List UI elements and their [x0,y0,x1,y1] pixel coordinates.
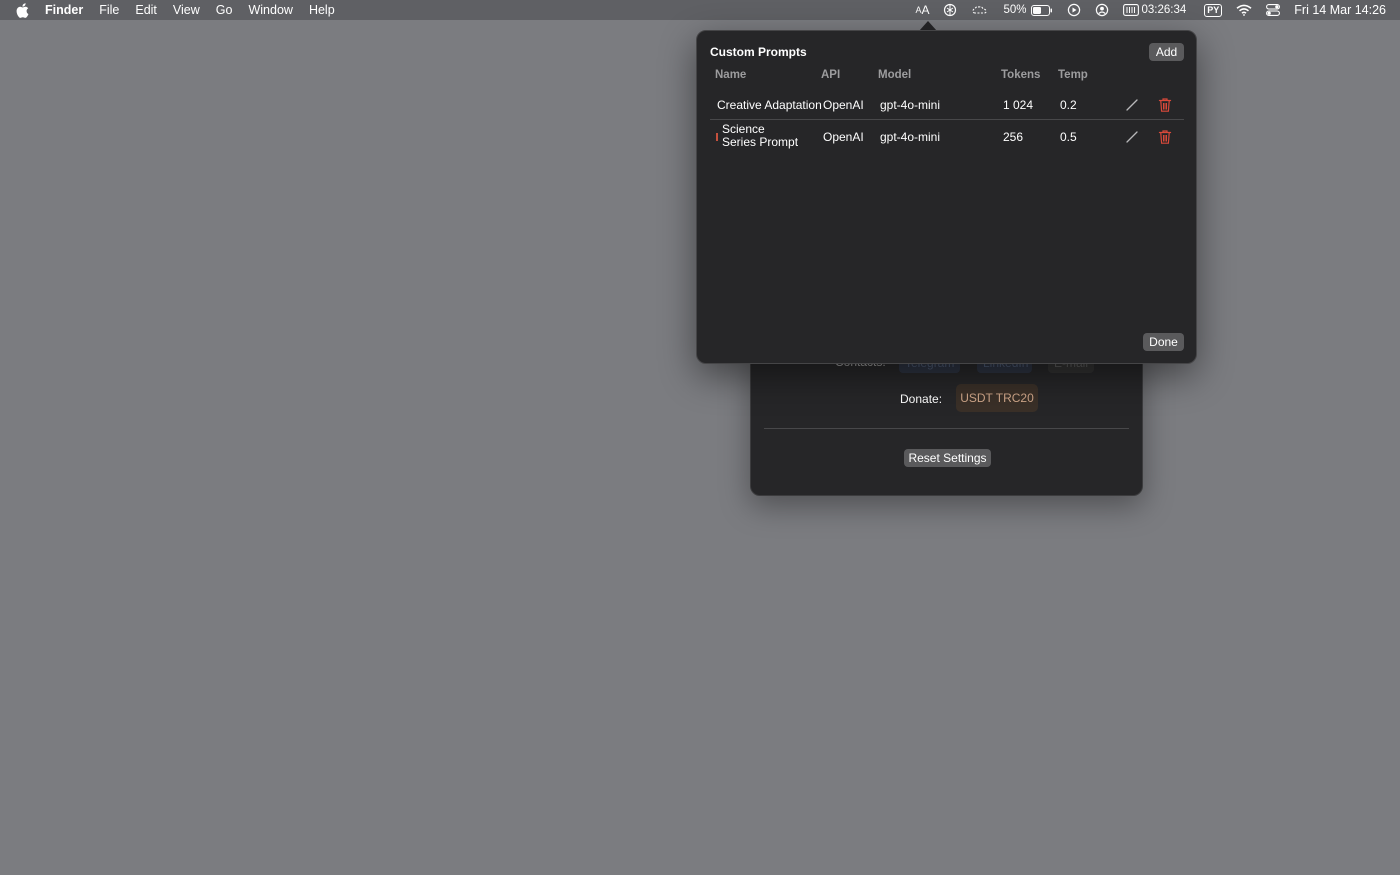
menu-app-finder[interactable]: Finder [44,0,91,20]
apple-menu-icon[interactable] [0,0,44,20]
column-header-name[interactable]: Name [715,69,746,81]
trash-icon[interactable] [1157,129,1173,145]
prompt-temp: 0.2 [1060,98,1077,112]
reset-settings-button[interactable]: Reset Settings [904,449,991,467]
text-size-icon[interactable]: AA [915,0,929,20]
done-button[interactable]: Done [1143,333,1184,351]
row-marker [716,133,718,141]
menu-view[interactable]: View [165,0,208,20]
play-circle-icon[interactable] [1067,0,1081,20]
prompt-tokens: 1 024 [1003,98,1034,112]
timer-icon [1122,4,1139,16]
prompt-name: Science Series Prompt [722,123,798,149]
timer-widget[interactable]: 03:26:34 [1122,0,1187,20]
trash-icon[interactable] [1157,97,1173,113]
prompt-name-line-2: Series Prompt [722,135,799,149]
keyboard-layout-label: PY [1204,3,1223,17]
battery-percent: 50% [1003,4,1027,16]
keyboard-layout-icon[interactable]: PY [1204,0,1223,20]
control-center-icon[interactable] [1266,0,1281,20]
menu-go[interactable]: Go [208,0,241,20]
prompt-api: OpenAI [823,130,864,144]
timer-text: 03:26:34 [1141,4,1187,16]
donate-label: Donate: [900,392,943,406]
menu-edit[interactable]: Edit [127,0,165,20]
table-header: Name API Model Tokens Temp [697,69,1196,85]
openai-icon[interactable] [943,0,957,20]
column-header-tokens[interactable]: Tokens [1001,69,1040,81]
column-header-api[interactable]: API [821,69,840,81]
menu-help[interactable]: Help [301,0,343,20]
prompt-temp: 0.5 [1060,130,1077,144]
column-header-model[interactable]: Model [878,69,911,81]
column-header-temp[interactable]: Temp [1058,69,1088,81]
divider [764,428,1129,429]
edit-icon[interactable] [1124,97,1140,113]
edit-icon[interactable] [1124,129,1140,145]
menubar-clock[interactable]: Fri 14 Mar 14:26 [1294,3,1386,17]
donate-usdt-button[interactable]: USDT TRC20 [956,384,1038,412]
prompt-model: gpt-4o-mini [880,98,941,112]
table-row[interactable]: Creative Adaptation OpenAI gpt-4o-mini 1… [710,92,1184,120]
wifi-icon[interactable] [1236,0,1252,20]
table-row[interactable]: Science Series Prompt OpenAI gpt-4o-mini… [710,121,1184,153]
menu-window[interactable]: Window [240,0,300,20]
battery-icon[interactable] [1030,0,1053,20]
cloud-weather-icon[interactable] [971,0,989,20]
menu-file[interactable]: File [91,0,127,20]
add-prompt-button[interactable]: Add [1149,43,1184,61]
popover-title: Custom Prompts [710,45,807,59]
prompt-name: Creative Adaptation [717,98,822,112]
user-account-icon[interactable] [1095,0,1109,20]
menu-bar: Finder File Edit View Go Window Help AA … [0,0,1400,20]
prompt-tokens: 256 [1003,130,1024,144]
prompt-model: gpt-4o-mini [880,130,941,144]
custom-prompts-popover: Custom Prompts Add Name API Model Tokens… [696,30,1197,364]
prompt-api: OpenAI [823,98,864,112]
